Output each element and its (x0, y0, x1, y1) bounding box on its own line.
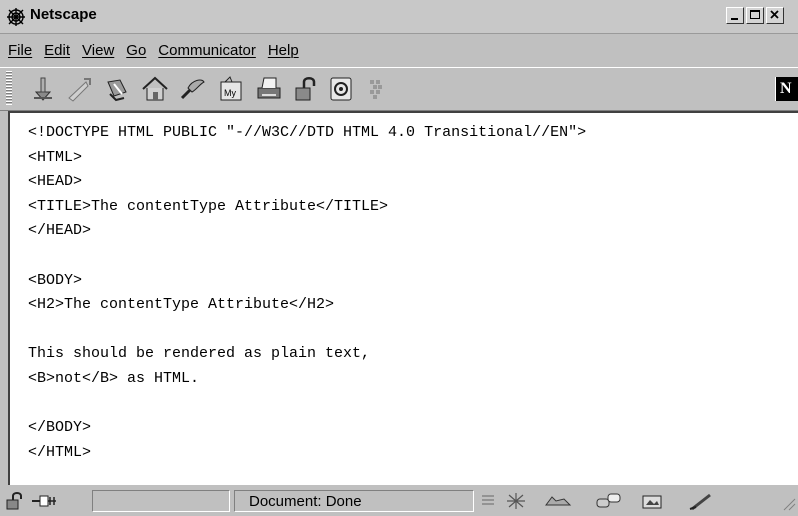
netscape-logo: N (775, 77, 798, 101)
discussion-groups-icon[interactable] (594, 491, 624, 511)
source-line (28, 392, 798, 417)
editor-pen-icon[interactable] (686, 491, 716, 511)
status-bar: Document: Done (0, 487, 798, 516)
maximize-button[interactable] (746, 7, 764, 24)
window-controls (726, 7, 784, 24)
source-line: <TITLE>The contentType Attribute</TITLE> (28, 197, 389, 215)
navigation-toolbar: My N (0, 67, 798, 111)
search-icon[interactable] (178, 74, 208, 104)
toolbar-grip[interactable] (6, 71, 12, 105)
resize-grip-icon[interactable] (782, 497, 796, 511)
svg-text:My: My (224, 88, 236, 98)
connection-icon (32, 495, 56, 507)
mailbox-icon[interactable] (542, 491, 574, 511)
menu-communicator[interactable]: Communicator (154, 42, 264, 59)
shop-icon[interactable] (326, 74, 356, 104)
maximize-icon (750, 10, 760, 19)
window-title: Netscape (30, 6, 97, 23)
progress-bar (92, 490, 230, 512)
source-line (28, 318, 798, 343)
back-icon[interactable] (28, 74, 58, 104)
source-line: <HEAD> (28, 173, 83, 191)
source-line: </BODY> (28, 419, 92, 437)
print-icon[interactable] (254, 74, 284, 104)
source-line: <BODY> (28, 271, 83, 289)
security-icon[interactable] (290, 74, 320, 104)
menu-help[interactable]: Help (264, 42, 307, 59)
status-message-cell: Document: Done (234, 490, 474, 512)
my-netscape-icon[interactable]: My (216, 74, 246, 104)
minimize-icon (731, 18, 738, 20)
forward-icon[interactable] (64, 74, 94, 104)
plain-text-source: <!DOCTYPE HTML PUBLIC "-//W3C//DTD HTML … (10, 113, 798, 465)
source-line: <HTML> (28, 148, 83, 166)
home-icon[interactable] (140, 74, 170, 104)
composer-icon[interactable] (640, 491, 664, 511)
browser-window: Netscape File Edit View Go Communicator … (0, 0, 798, 516)
title-bar[interactable]: Netscape (0, 0, 798, 34)
reload-icon[interactable] (102, 74, 132, 104)
stop-icon[interactable] (362, 74, 392, 104)
close-button[interactable] (766, 7, 784, 24)
netscape-app-icon (7, 8, 25, 26)
menu-file[interactable]: File (4, 42, 40, 59)
menu-go[interactable]: Go (122, 42, 154, 59)
component-bar-grip-icon[interactable] (480, 491, 496, 511)
close-icon (770, 10, 779, 19)
source-line: </HTML> (28, 443, 92, 461)
source-line: This should be rendered as plain text, (28, 345, 371, 363)
menu-view[interactable]: View (78, 42, 122, 59)
netscape-logo-letter: N (780, 80, 792, 97)
minimize-button[interactable] (726, 7, 744, 24)
source-line: <H2>The contentType Attribute</H2> (28, 296, 335, 314)
navigator-icon[interactable] (504, 491, 528, 511)
page-content[interactable]: <!DOCTYPE HTML PUBLIC "-//W3C//DTD HTML … (8, 111, 798, 485)
status-text: Document: Done (249, 493, 362, 510)
source-line: <!DOCTYPE HTML PUBLIC "-//W3C//DTD HTML … (28, 124, 587, 141)
source-line (28, 244, 798, 269)
menu-edit[interactable]: Edit (40, 42, 78, 59)
menu-bar: File Edit View Go Communicator Help (0, 35, 798, 65)
source-line: </HEAD> (28, 222, 92, 240)
source-line: <B>not</B> as HTML. (28, 369, 200, 387)
security-lock-icon[interactable] (4, 491, 28, 511)
